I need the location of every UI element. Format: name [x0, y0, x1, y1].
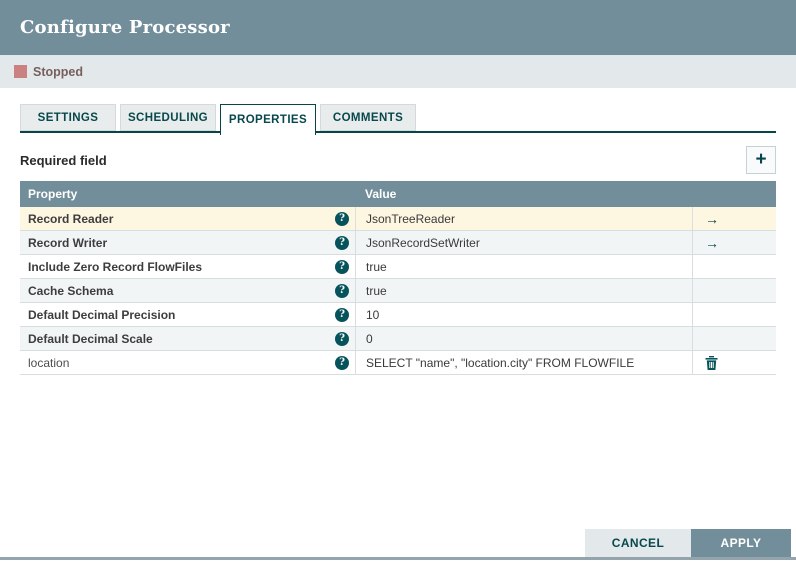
table-row: Record Reader ? JsonTreeReader → [20, 207, 776, 231]
property-name: Record Reader [28, 211, 114, 226]
help-icon[interactable]: ? [335, 355, 349, 370]
property-name: Record Writer [28, 235, 108, 250]
table-row: Include Zero Record FlowFiles ? true [20, 255, 776, 279]
dialog-bottom-edge [0, 557, 796, 560]
property-name: Cache Schema [28, 283, 114, 298]
table-row: Cache Schema ? true [20, 279, 776, 303]
tab-underline [20, 131, 776, 133]
tab-comments[interactable]: COMMENTS [320, 104, 416, 131]
plus-icon: + [755, 148, 767, 170]
help-icon[interactable]: ? [335, 259, 349, 274]
dialog-titlebar: Configure Processor [0, 0, 796, 55]
required-field-label: Required field [20, 153, 107, 168]
tab-properties[interactable]: PROPERTIES [220, 104, 316, 135]
table-row: Default Decimal Precision ? 10 [20, 303, 776, 327]
help-icon[interactable]: ? [335, 211, 349, 226]
help-icon[interactable]: ? [335, 331, 349, 346]
tab-scheduling[interactable]: SCHEDULING [120, 104, 216, 131]
column-header-value: Value [365, 187, 397, 201]
table-row: Default Decimal Scale ? 0 [20, 327, 776, 351]
stopped-status-icon [14, 65, 27, 78]
dialog-title: Configure Processor [20, 17, 230, 38]
property-value[interactable]: true [355, 255, 693, 278]
property-value[interactable]: true [355, 279, 693, 302]
property-value[interactable]: JsonRecordSetWriter [355, 231, 693, 254]
help-icon[interactable]: ? [335, 307, 349, 322]
property-value[interactable]: JsonTreeReader [355, 207, 693, 230]
dialog-tabs: SETTINGS SCHEDULING PROPERTIES COMMENTS [20, 104, 776, 135]
help-icon[interactable]: ? [335, 235, 349, 250]
go-to-service-icon[interactable]: → [705, 212, 719, 226]
table-header-row: Property Value [20, 181, 776, 207]
help-icon[interactable]: ? [335, 283, 349, 298]
status-label: Stopped [33, 64, 83, 79]
tab-settings[interactable]: SETTINGS [20, 104, 116, 131]
table-row: Record Writer ? JsonRecordSetWriter → [20, 231, 776, 255]
property-name: location [28, 355, 70, 370]
property-value[interactable]: 10 [355, 303, 693, 326]
processor-status-bar: Stopped [0, 55, 796, 88]
table-row: location ? SELECT "name", "location.city… [20, 351, 776, 375]
go-to-service-icon[interactable]: → [705, 236, 719, 250]
column-header-property: Property [28, 187, 78, 201]
properties-table: Property Value Record Reader ? JsonTreeR… [20, 181, 776, 375]
property-value[interactable]: 0 [355, 327, 693, 350]
property-name: Default Decimal Precision [28, 307, 176, 322]
delete-property-icon[interactable] [705, 355, 718, 370]
apply-button[interactable]: APPLY [691, 529, 791, 557]
property-value[interactable]: SELECT "name", "location.city" FROM FLOW… [355, 351, 693, 374]
cancel-button[interactable]: CANCEL [585, 529, 691, 557]
add-property-button[interactable]: + [746, 146, 776, 174]
property-name: Default Decimal Scale [28, 331, 153, 346]
configure-processor-dialog: Configure Processor Stopped SETTINGS SCH… [0, 0, 796, 563]
property-name: Include Zero Record FlowFiles [28, 259, 203, 274]
